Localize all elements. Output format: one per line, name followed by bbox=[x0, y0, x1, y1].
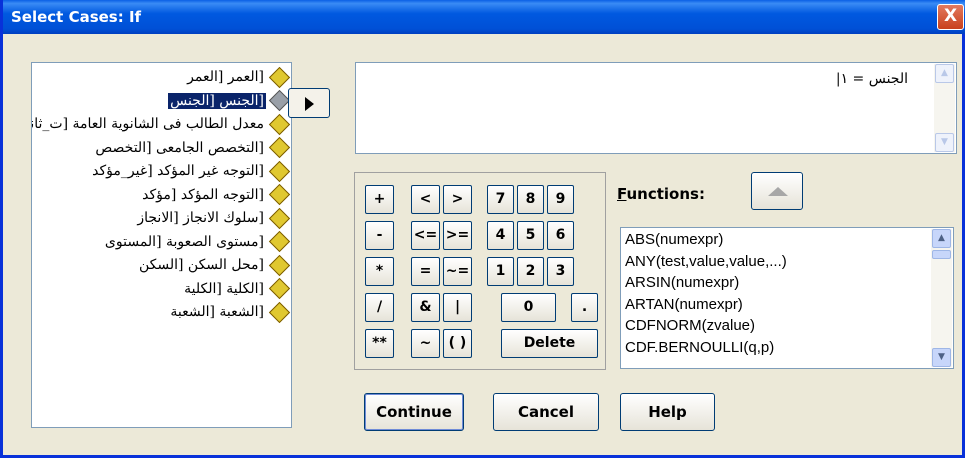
title-bar[interactable]: Select Cases: If X bbox=[3, 0, 965, 34]
key-1[interactable]: 1 bbox=[487, 257, 514, 286]
variable-item[interactable]: [التوجه المؤكد [مؤكد bbox=[32, 183, 291, 207]
key-2[interactable]: 2 bbox=[517, 257, 544, 286]
key-0[interactable]: 0 bbox=[501, 293, 556, 322]
variable-item[interactable]: [الشعبة [الشعبة bbox=[32, 301, 291, 324]
function-item[interactable]: CDFNORM(zvalue) bbox=[625, 316, 755, 336]
scale-variable-icon bbox=[268, 277, 291, 300]
up-arrow-icon bbox=[768, 187, 788, 196]
key-power[interactable]: ** bbox=[365, 329, 394, 358]
variable-item[interactable]: [سلوك الانجاز [الانجاز bbox=[32, 207, 291, 230]
functions-label-text: unctions: bbox=[626, 185, 705, 203]
scale-variable-icon bbox=[268, 254, 291, 276]
functions-label-mnemonic: F bbox=[617, 185, 627, 203]
scale-variable-icon bbox=[268, 301, 291, 323]
key-delete[interactable]: Delete bbox=[501, 329, 598, 358]
variable-label: [التوجه غير المؤكد [غير_مؤكد bbox=[92, 163, 264, 179]
expression-text: الجنس = ١| bbox=[835, 71, 908, 87]
function-item[interactable]: ARSIN(numexpr) bbox=[625, 273, 739, 293]
variable-item[interactable]: [الكلية [الكلية bbox=[32, 277, 291, 301]
variable-label: [الكلية [الكلية bbox=[184, 280, 264, 297]
variable-label: [العمر [العمر bbox=[187, 69, 264, 85]
transfer-arrow-button[interactable] bbox=[288, 88, 330, 118]
key-9[interactable]: 9 bbox=[547, 185, 574, 214]
variable-label: [التوجه المؤكد [مؤكد bbox=[142, 186, 264, 203]
scale-variable-icon bbox=[268, 230, 291, 253]
scroll-up-icon[interactable]: ▲ bbox=[932, 229, 951, 248]
variable-item[interactable]: [محل السكن [السكن bbox=[32, 254, 291, 277]
key-7[interactable]: 7 bbox=[487, 185, 514, 214]
key-not-equal[interactable]: ~= bbox=[443, 257, 472, 286]
variable-label: [التخصص الجامعى [التخصص bbox=[95, 139, 264, 156]
key-minus[interactable]: - bbox=[365, 221, 394, 250]
right-arrow-icon bbox=[305, 97, 314, 111]
scale-variable-icon bbox=[268, 183, 291, 206]
key-or[interactable]: | bbox=[443, 293, 472, 322]
help-button[interactable]: Help bbox=[620, 393, 715, 431]
functions-list[interactable]: ABS(numexpr) ANY(test,value,value,...) ARS… bbox=[620, 227, 954, 369]
functions-label: Functions: bbox=[617, 185, 705, 203]
key-3[interactable]: 3 bbox=[547, 257, 574, 286]
functions-scrollbar[interactable]: ▲ ▼ bbox=[931, 229, 952, 367]
variable-item[interactable]: معدل الطالب فى الشانوية العامة [ت_ثانوى bbox=[32, 113, 291, 136]
calculator-keypad: + < > 7 8 9 - <= >= 4 5 6 * = ~= 1 2 3 /… bbox=[354, 172, 606, 370]
expression-textarea[interactable]: الجنس = ١| ▲ ▼ bbox=[355, 62, 957, 154]
function-item[interactable]: CDF.BERNOULLI(q,p) bbox=[625, 338, 774, 358]
scale-variable-icon bbox=[268, 113, 291, 135]
key-decimal[interactable]: . bbox=[571, 293, 598, 322]
variable-item[interactable]: [التوجه غير المؤكد [غير_مؤكد bbox=[32, 160, 291, 183]
key-less-than[interactable]: < bbox=[411, 185, 440, 214]
variable-label: [الجنس [الجنس bbox=[168, 92, 266, 109]
variable-list[interactable]: [العمر [العمر [الجنس [الجنس معدل الطالب فى… bbox=[31, 62, 292, 428]
key-plus[interactable]: + bbox=[365, 185, 394, 214]
variable-label: [سلوك الانجاز [الانجاز bbox=[137, 210, 264, 226]
function-insert-button[interactable] bbox=[751, 172, 803, 210]
scroll-down-icon[interactable]: ▼ bbox=[935, 133, 954, 152]
function-item[interactable]: ARTAN(numexpr) bbox=[625, 295, 743, 315]
scroll-down-icon[interactable]: ▼ bbox=[932, 348, 951, 367]
cancel-button[interactable]: Cancel bbox=[493, 393, 599, 431]
scale-variable-icon bbox=[268, 66, 291, 88]
key-less-equal[interactable]: <= bbox=[411, 221, 440, 250]
function-item[interactable]: ANY(test,value,value,...) bbox=[625, 252, 787, 272]
window-title: Select Cases: If bbox=[11, 8, 142, 26]
close-button[interactable]: X bbox=[937, 4, 964, 30]
scroll-thumb[interactable] bbox=[932, 250, 951, 259]
key-5[interactable]: 5 bbox=[517, 221, 544, 250]
variable-label: [الشعبة [الشعبة bbox=[170, 304, 264, 320]
key-8[interactable]: 8 bbox=[517, 185, 544, 214]
key-parentheses[interactable]: ( ) bbox=[443, 329, 472, 358]
variable-label: [محل السكن [السكن bbox=[138, 257, 264, 273]
function-item[interactable]: ABS(numexpr) bbox=[625, 230, 723, 250]
key-greater-than[interactable]: > bbox=[443, 185, 472, 214]
scale-variable-icon bbox=[268, 136, 291, 159]
variable-item[interactable]: [الجنس [الجنس bbox=[32, 89, 291, 113]
variable-label: معدل الطالب فى الشانوية العامة [ت_ثانوى bbox=[32, 116, 264, 132]
key-4[interactable]: 4 bbox=[487, 221, 514, 250]
key-multiply[interactable]: * bbox=[365, 257, 394, 286]
key-equal[interactable]: = bbox=[411, 257, 440, 286]
variable-item[interactable]: [العمر [العمر bbox=[32, 66, 291, 89]
key-and[interactable]: & bbox=[411, 293, 440, 322]
key-not[interactable]: ~ bbox=[411, 329, 440, 358]
key-greater-equal[interactable]: >= bbox=[443, 221, 472, 250]
scale-variable-icon bbox=[268, 89, 291, 112]
variable-item[interactable]: [التخصص الجامعى [التخصص bbox=[32, 136, 291, 160]
key-6[interactable]: 6 bbox=[547, 221, 574, 250]
expression-scrollbar[interactable]: ▲ ▼ bbox=[934, 64, 955, 152]
dialog-window: Select Cases: If X [العمر [العمر [الجنس [… bbox=[0, 0, 965, 458]
variable-item[interactable]: [مستوى الصعوبة [المستوى bbox=[32, 230, 291, 254]
scale-variable-icon bbox=[268, 207, 291, 229]
scale-variable-icon bbox=[268, 160, 291, 182]
continue-button[interactable]: Continue bbox=[364, 393, 464, 431]
variable-label: [مستوى الصعوبة [المستوى bbox=[104, 233, 264, 250]
scroll-up-icon[interactable]: ▲ bbox=[935, 64, 954, 83]
key-divide[interactable]: / bbox=[365, 293, 394, 322]
